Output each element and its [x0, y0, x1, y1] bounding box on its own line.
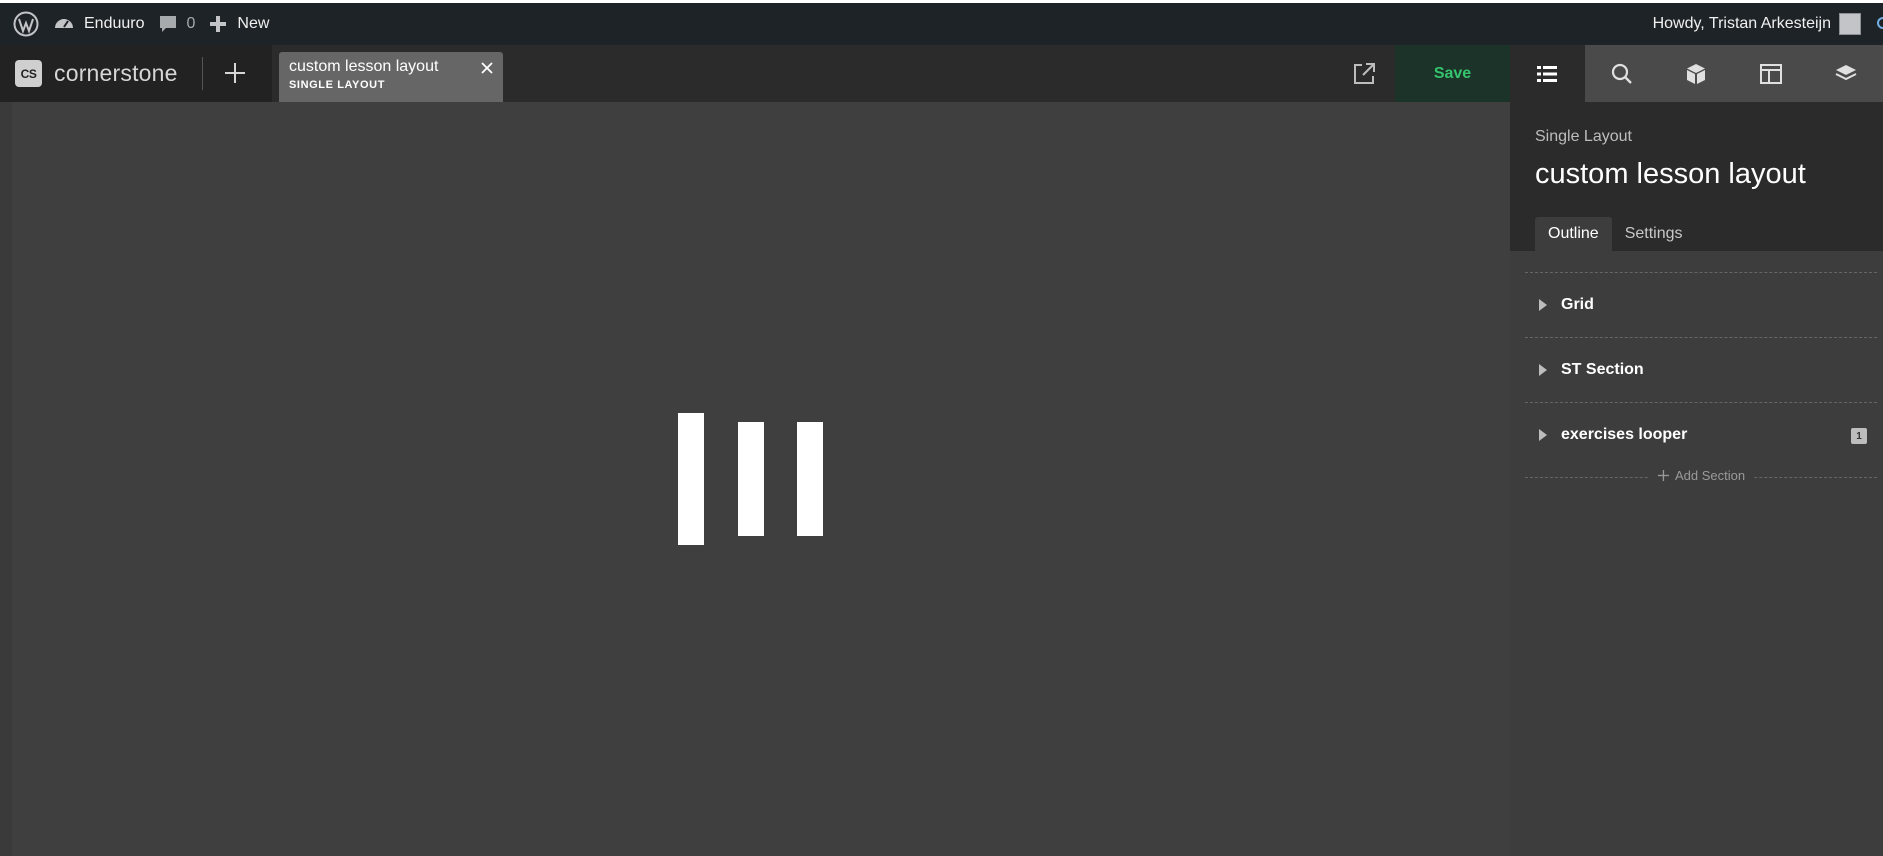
comment-icon	[159, 16, 176, 32]
wordpress-icon	[13, 11, 39, 37]
outline-item-label: Grid	[1561, 296, 1594, 313]
search-icon	[1611, 63, 1632, 84]
panel-subtitle: Single Layout	[1535, 128, 1632, 145]
site-name-link[interactable]: Enduuro	[52, 3, 157, 45]
preview-canvas[interactable]	[0, 102, 1510, 856]
outline-item-label: exercises looper	[1561, 426, 1688, 443]
cube-icon	[1687, 63, 1706, 84]
outline-item-st-section[interactable]: ST Section	[1525, 337, 1877, 402]
list-icon	[1537, 65, 1558, 82]
document-title: custom lesson layout	[289, 58, 439, 75]
add-section-button[interactable]: Add Section	[1525, 467, 1877, 487]
panel-inner-tabs: Outline Settings	[1535, 217, 1696, 251]
plus-icon	[210, 16, 227, 32]
avatar	[1839, 13, 1861, 35]
count-badge: 1	[1851, 428, 1867, 444]
loading-bar	[738, 422, 764, 536]
tab-search[interactable]	[1585, 45, 1660, 102]
close-icon[interactable]	[479, 60, 495, 76]
layout-icon	[1760, 63, 1783, 84]
brand[interactable]: CS cornerstone	[0, 45, 272, 102]
panel-tabs	[1510, 45, 1883, 102]
tab-layers[interactable]	[1808, 45, 1883, 102]
document-type: SINGLE LAYOUT	[289, 79, 386, 91]
outline-item-grid[interactable]: Grid	[1525, 272, 1877, 337]
plus-icon	[1657, 470, 1669, 481]
tab-elements[interactable]	[1659, 45, 1734, 102]
new-label: New	[237, 15, 270, 32]
site-name: Enduuro	[84, 15, 145, 32]
caret-right-icon[interactable]	[1539, 429, 1547, 441]
outline-item-exercises-looper[interactable]: exercises looper 1	[1525, 402, 1877, 467]
brand-name: cornerstone	[54, 60, 178, 86]
howdy-text: Howdy, Tristan Arkesteijn	[1652, 15, 1831, 32]
plus-icon	[225, 63, 245, 83]
add-document-button[interactable]	[220, 58, 250, 88]
dashboard-icon	[55, 19, 73, 28]
caret-right-icon[interactable]	[1539, 364, 1547, 376]
document-tab[interactable]: custom lesson layout SINGLE LAYOUT	[279, 52, 503, 102]
tab-settings[interactable]: Settings	[1612, 217, 1696, 251]
comments-count: 0	[186, 15, 196, 32]
save-button[interactable]: Save	[1395, 45, 1510, 102]
search-icon[interactable]	[1877, 17, 1883, 29]
canvas-edge	[0, 102, 12, 856]
outline-list: Grid ST Section exercises looper 1 Add S…	[1510, 251, 1883, 856]
new-content-link[interactable]: New	[209, 3, 269, 45]
panel-header: Single Layout custom lesson layout Outli…	[1510, 102, 1883, 251]
wordpress-logo-button[interactable]	[0, 3, 52, 45]
layers-icon	[1835, 64, 1857, 80]
tab-outline-view[interactable]: Outline	[1535, 217, 1612, 251]
divider	[202, 57, 203, 90]
loading-bar	[678, 413, 704, 545]
panel-title: custom lesson layout	[1535, 158, 1806, 190]
external-link-icon[interactable]	[1350, 60, 1378, 88]
tab-outline[interactable]	[1510, 45, 1585, 102]
add-section-label[interactable]: Add Section	[1648, 468, 1754, 483]
comments-link[interactable]: 0	[157, 3, 210, 45]
loading-bar	[797, 422, 823, 536]
add-section-text: Add Section	[1674, 468, 1746, 483]
builder-toolbar: CS cornerstone custom lesson layout SING…	[0, 45, 1510, 102]
caret-right-icon[interactable]	[1539, 299, 1547, 311]
wp-admin-bar: Enduuro 0 New Howdy, Tristan Arkesteijn	[0, 3, 1883, 45]
cornerstone-logo-icon: CS	[15, 60, 42, 87]
tab-layout[interactable]	[1734, 45, 1809, 102]
outline-item-label: ST Section	[1561, 361, 1644, 378]
my-account-link[interactable]: Howdy, Tristan Arkesteijn	[1653, 3, 1861, 45]
